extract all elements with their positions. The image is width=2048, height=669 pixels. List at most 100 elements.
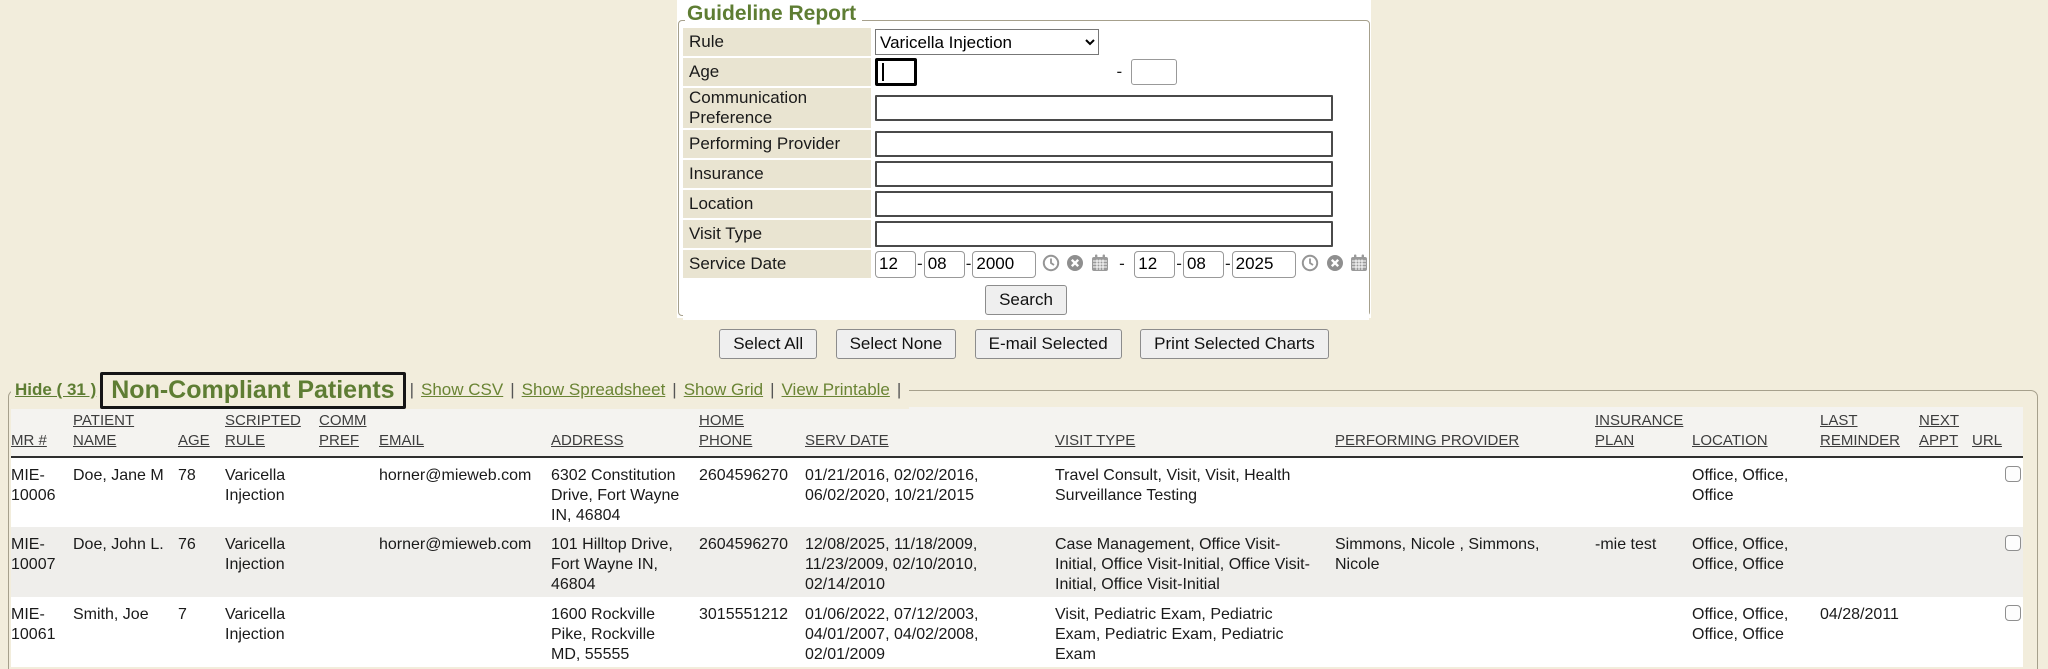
table-cell: MIE-10007 [11, 527, 73, 597]
table-cell: 12/08/2025, 11/18/2009, 11/23/2009, 02/1… [805, 527, 1055, 597]
service-date-to-day[interactable] [1183, 251, 1224, 278]
table-cell: Varicella Injection [225, 457, 319, 527]
table-cell: 3015551212 [699, 597, 805, 667]
service-date-to-year[interactable] [1232, 251, 1296, 278]
age-to-input[interactable] [1131, 59, 1177, 85]
select-all-button[interactable]: Select All [719, 329, 817, 359]
table-row: MIE-10061Smith, Joe7Varicella Injection1… [11, 597, 2023, 667]
checkbox-column-header [1999, 407, 2023, 457]
show-spreadsheet-link[interactable]: Show Spreadsheet [522, 380, 666, 400]
column-header[interactable]: URL [1972, 407, 1999, 457]
table-cell: 2604596270 [699, 457, 805, 527]
hide-link[interactable]: Hide ( 31 ) [15, 380, 96, 400]
age-label: Age [683, 58, 871, 86]
table-cell [1919, 527, 1972, 597]
service-date-label: Service Date [683, 250, 871, 278]
non-compliant-patients-section: Hide ( 31 ) Non-Compliant Patients | Sho… [8, 390, 2038, 669]
table-cell: Travel Consult, Visit, Visit, Health Sur… [1055, 457, 1335, 527]
date-separator: - [1176, 254, 1182, 273]
table-cell: 04/28/2011 [1820, 597, 1919, 667]
location-label: Location [683, 190, 871, 218]
table-cell: Doe, John L. [73, 527, 178, 597]
table-cell: Simmons, Nicole , Simmons, Nicole [1335, 527, 1595, 597]
clock-icon[interactable] [1301, 254, 1319, 277]
table-cell: 01/21/2016, 02/02/2016, 06/02/2020, 10/2… [805, 457, 1055, 527]
clear-date-icon[interactable] [1326, 254, 1344, 277]
table-cell: 1600 Rockville Pike, Rockville MD, 55555 [551, 597, 699, 667]
table-cell: 78 [178, 457, 225, 527]
row-checkbox[interactable] [2005, 466, 2021, 482]
table-cell [319, 527, 379, 597]
communication-preference-input[interactable] [875, 95, 1333, 121]
date-separator: - [917, 254, 923, 273]
date-range-separator: - [1119, 254, 1125, 273]
table-cell: Office, Office, Office, Office [1692, 597, 1820, 667]
search-button[interactable]: Search [985, 285, 1067, 315]
service-date-from-year[interactable] [972, 251, 1036, 278]
link-separator: | [672, 380, 676, 400]
column-header[interactable]: INSURANCEPLAN [1595, 407, 1692, 457]
show-csv-link[interactable]: Show CSV [421, 380, 503, 400]
table-cell [1972, 597, 1999, 667]
table-cell [1919, 597, 1972, 667]
row-checkbox[interactable] [2005, 535, 2021, 551]
table-cell [1972, 527, 1999, 597]
table-cell [1335, 597, 1595, 667]
visit-type-input[interactable] [875, 221, 1333, 247]
table-cell [1919, 457, 1972, 527]
insurance-label: Insurance [683, 160, 871, 188]
table-cell: Doe, Jane M [73, 457, 178, 527]
guideline-report-panel: Guideline Report Rule Varicella Injectio… [677, 0, 1371, 318]
performing-provider-input[interactable] [875, 131, 1333, 157]
table-cell: 2604596270 [699, 527, 805, 597]
column-header[interactable]: MR # [11, 407, 73, 457]
table-cell: MIE-10061 [11, 597, 73, 667]
table-row: MIE-10007Doe, John L.76Varicella Injecti… [11, 527, 2023, 597]
table-cell: 6302 Constitution Drive, Fort Wayne IN, … [551, 457, 699, 527]
column-header[interactable]: SCRIPTEDRULE [225, 407, 319, 457]
show-grid-link[interactable]: Show Grid [684, 380, 763, 400]
column-header[interactable]: COMMPREF [319, 407, 379, 457]
column-header[interactable]: PATIENTNAME [73, 407, 178, 457]
select-none-button[interactable]: Select None [836, 329, 957, 359]
link-separator: | [770, 380, 774, 400]
text-caret [882, 63, 884, 81]
column-header[interactable]: SERV DATE [805, 407, 1055, 457]
table-cell: horner@mieweb.com [379, 457, 551, 527]
table-cell: Case Management, Office Visit-Initial, O… [1055, 527, 1335, 597]
view-printable-link[interactable]: View Printable [782, 380, 890, 400]
column-header[interactable]: HOMEPHONE [699, 407, 805, 457]
column-header[interactable]: PERFORMING PROVIDER [1335, 407, 1595, 457]
date-separator: - [1225, 254, 1231, 273]
patients-section-legend: Hide ( 31 ) Non-Compliant Patients | Sho… [11, 371, 909, 409]
row-checkbox[interactable] [2005, 605, 2021, 621]
service-date-from-month[interactable] [875, 251, 916, 278]
table-cell [1595, 597, 1692, 667]
location-input[interactable] [875, 191, 1333, 217]
communication-preference-label: Communication Preference [683, 88, 871, 128]
table-cell [1972, 457, 1999, 527]
calendar-icon[interactable] [1350, 254, 1368, 277]
table-cell [1595, 457, 1692, 527]
clock-icon[interactable] [1042, 254, 1060, 277]
column-header[interactable]: LOCATION [1692, 407, 1820, 457]
column-header[interactable]: AGE [178, 407, 225, 457]
calendar-icon[interactable] [1091, 254, 1109, 277]
service-date-from-day[interactable] [924, 251, 965, 278]
table-cell [1820, 457, 1919, 527]
table-cell [319, 597, 379, 667]
column-header[interactable]: NEXTAPPT [1919, 407, 1972, 457]
table-cell: 01/06/2022, 07/12/2003, 04/01/2007, 04/0… [805, 597, 1055, 667]
column-header[interactable]: VISIT TYPE [1055, 407, 1335, 457]
table-cell [379, 597, 551, 667]
insurance-input[interactable] [875, 161, 1333, 187]
clear-date-icon[interactable] [1066, 254, 1084, 277]
column-header[interactable]: EMAIL [379, 407, 551, 457]
print-selected-charts-button[interactable]: Print Selected Charts [1140, 329, 1329, 359]
service-date-to-month[interactable] [1134, 251, 1175, 278]
link-separator: | [410, 380, 414, 400]
rule-select[interactable]: Varicella Injection [875, 29, 1099, 55]
column-header[interactable]: ADDRESS [551, 407, 699, 457]
email-selected-button[interactable]: E-mail Selected [975, 329, 1122, 359]
column-header[interactable]: LASTREMINDER [1820, 407, 1919, 457]
